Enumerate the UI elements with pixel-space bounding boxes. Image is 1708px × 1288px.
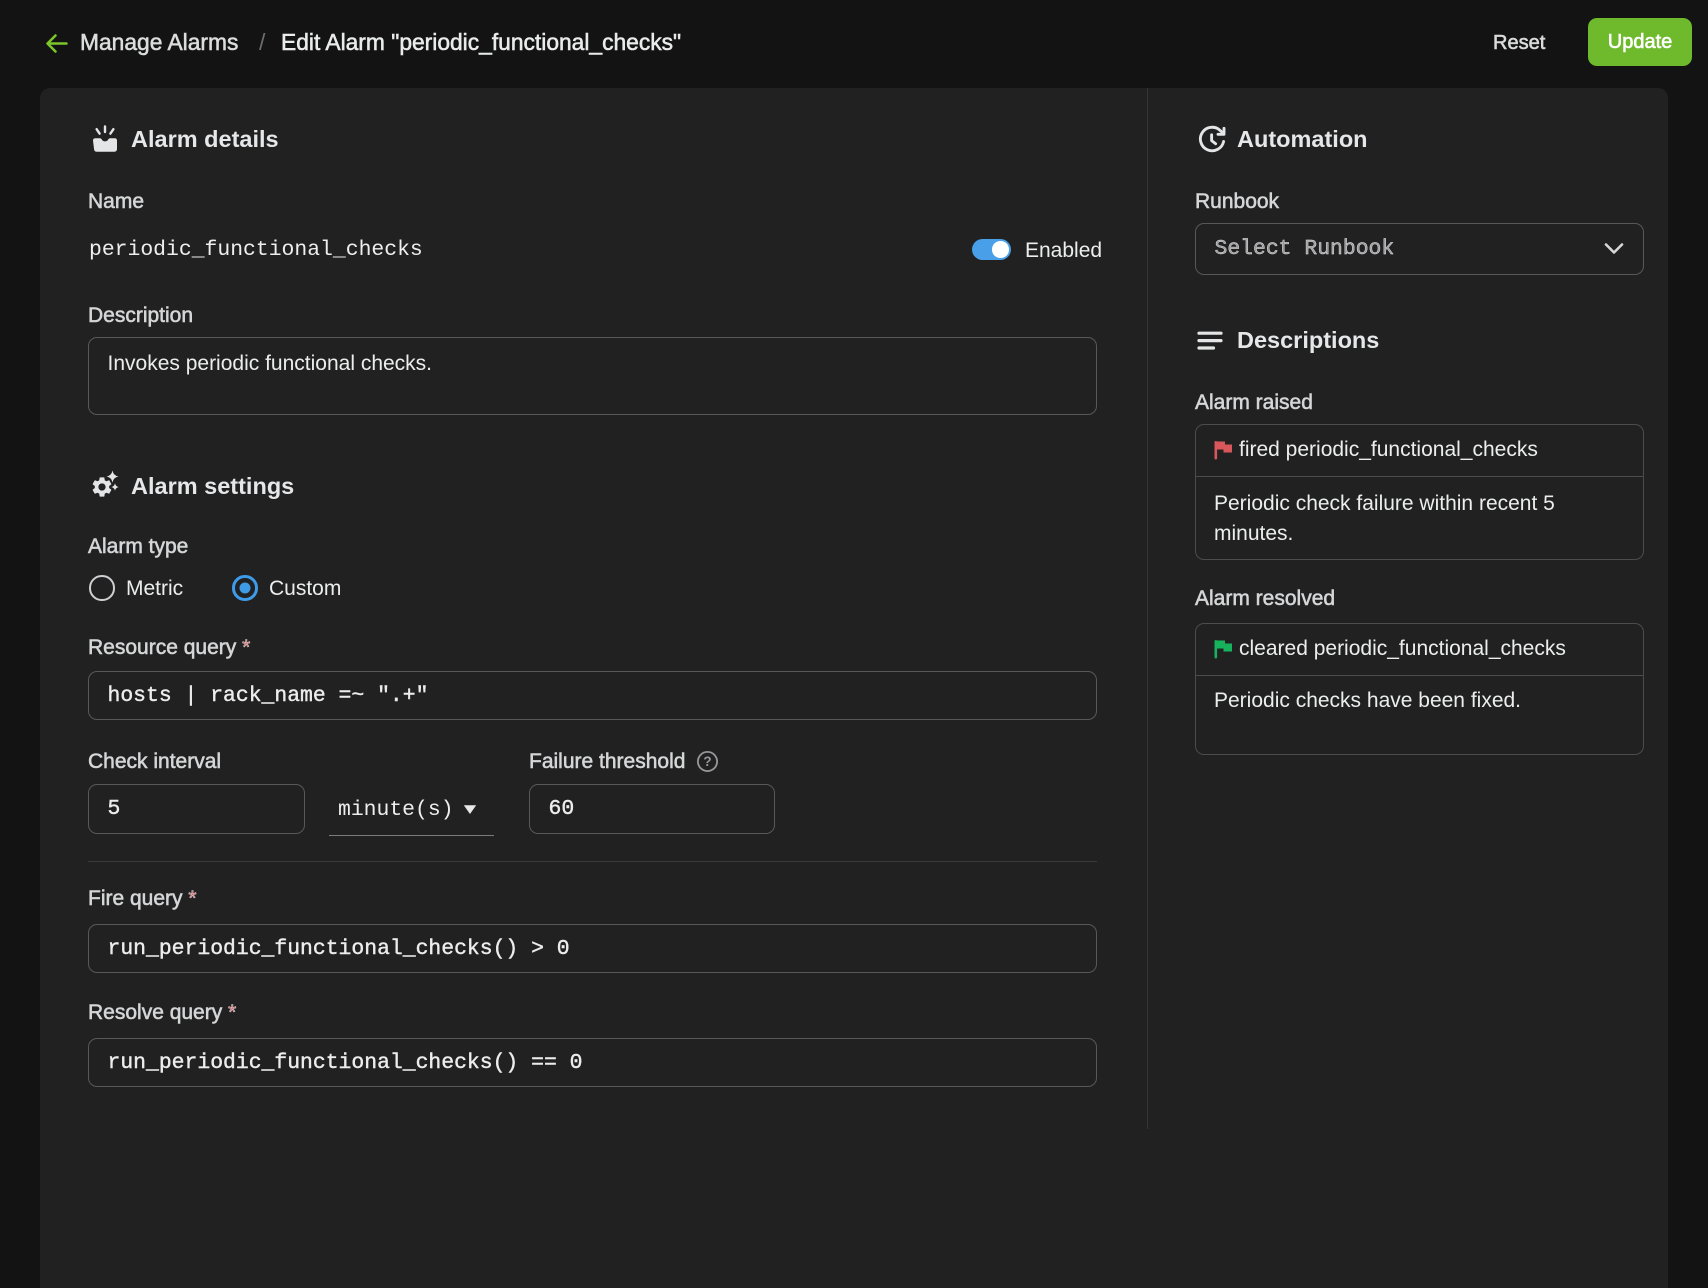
svg-text:?: ? [703, 754, 711, 769]
